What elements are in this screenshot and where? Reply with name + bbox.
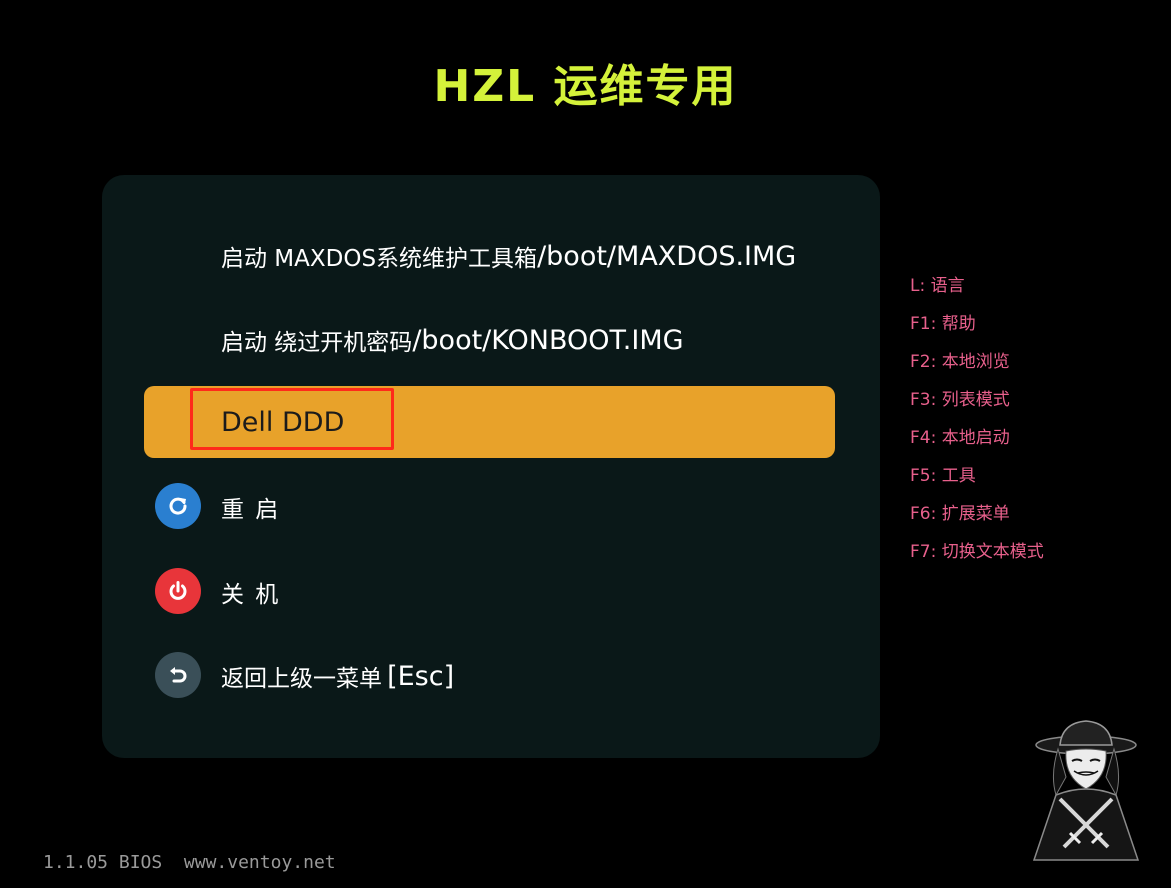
menu-item-dell-ddd-label: Dell DDD [221,406,345,438]
back-label: 返回上级一菜单 [221,666,382,692]
menu-item-konboot[interactable]: 启动 绕过开机密码/boot/KONBOOT.IMG [144,304,835,376]
hotkey-list-mode[interactable]: F3: 列表模式 [910,384,1044,422]
app-title: HZL 运维专用 [433,61,738,112]
hotkey-language[interactable]: L: 语言 [910,270,1044,308]
restart-icon [155,483,201,529]
esc-key-hint: [Esc] [387,660,455,692]
menu-item-shutdown[interactable]: 关 机 [144,556,835,628]
hotkey-local-browse[interactable]: F2: 本地浏览 [910,346,1044,384]
hotkey-extended-menu[interactable]: F6: 扩展菜单 [910,498,1044,536]
menu-item-maxdos-path: /boot/MAXDOS.IMG [537,240,797,272]
hotkey-help[interactable]: F1: 帮助 [910,308,1044,346]
menu-item-maxdos-prefix: 启动 MAXDOS系统维护工具箱 [221,246,538,272]
hotkey-text-mode[interactable]: F7: 切换文本模式 [910,536,1044,574]
hotkey-local-boot[interactable]: F4: 本地启动 [910,422,1044,460]
menu-item-konboot-path: /boot/KONBOOT.IMG [412,324,684,356]
mask-mascot-icon [1032,720,1140,861]
menu-item-dell-ddd[interactable]: Dell DDD [144,386,835,458]
restart-label: 重 启 [221,497,281,523]
back-icon [155,652,201,698]
hotkey-tools[interactable]: F5: 工具 [910,460,1044,498]
version-text: 1.1.05 BIOS [43,852,163,873]
menu-item-konboot-prefix: 启动 绕过开机密码 [221,330,413,356]
menu-item-back[interactable]: 返回上级一菜单 [Esc] [144,640,835,712]
menu-item-restart[interactable]: 重 启 [144,471,835,543]
menu-item-maxdos[interactable]: 启动 MAXDOS系统维护工具箱/boot/MAXDOS.IMG [144,220,835,292]
website-text: www.ventoy.net [183,852,336,873]
hotkey-list: L: 语言 F1: 帮助 F2: 本地浏览 F3: 列表模式 F4: 本地启动 … [910,270,1044,574]
shutdown-label: 关 机 [221,582,281,608]
power-icon [155,568,201,614]
boot-menu-panel: 启动 MAXDOS系统维护工具箱/boot/MAXDOS.IMG 启动 绕过开机… [102,175,880,758]
footer: 1.1.05 BIOS www.ventoy.net [43,852,336,873]
